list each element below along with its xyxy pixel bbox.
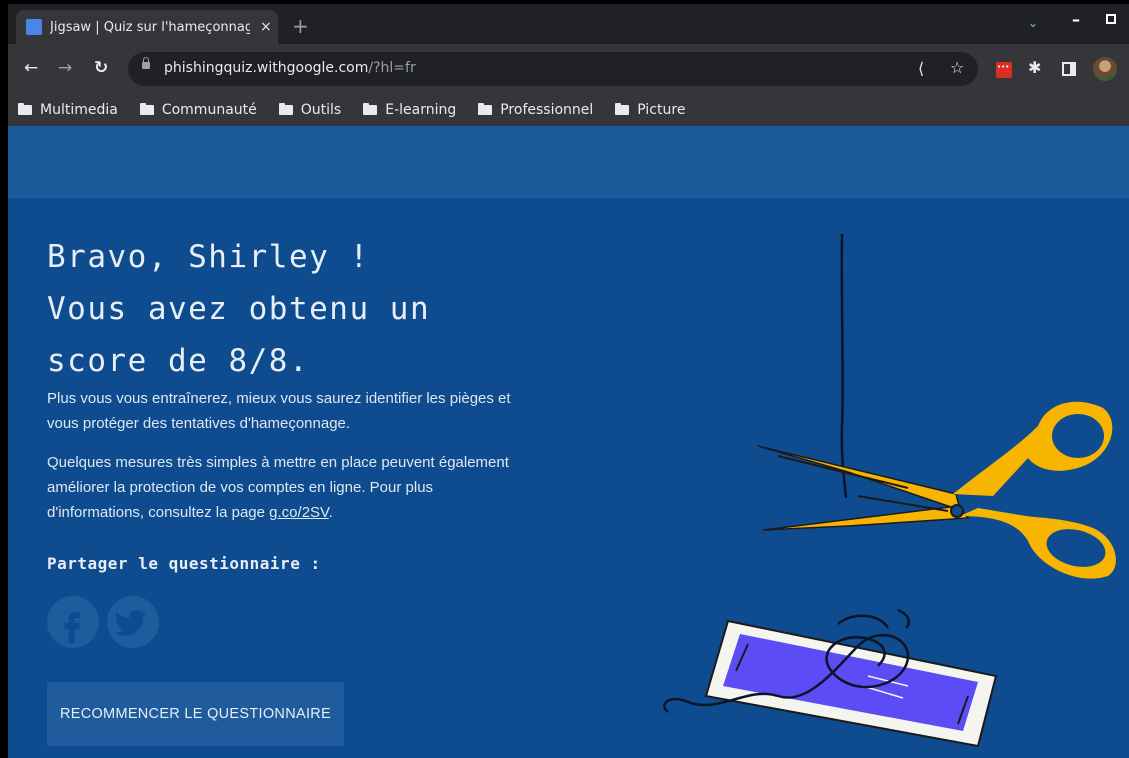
restart-quiz-button[interactable]: RECOMMENCER LE QUESTIONNAIRE <box>47 682 344 746</box>
folder-icon <box>18 103 32 115</box>
new-tab-button[interactable]: + <box>292 14 309 38</box>
2sv-link[interactable]: g.co/2SV <box>269 504 329 521</box>
reload-icon[interactable]: ↻ <box>94 58 108 78</box>
bookmark-professionnel[interactable]: Professionnel <box>478 102 593 118</box>
phone-illustration <box>663 608 998 748</box>
url-text[interactable]: phishingquiz.withgoogle.com/?hl=fr <box>164 60 416 76</box>
avatar[interactable] <box>1093 57 1117 81</box>
share-icon[interactable]: ⟨ <box>918 59 924 78</box>
folder-icon <box>278 103 293 115</box>
star-icon[interactable]: ☆ <box>950 58 964 77</box>
page-title: Bravo, Shirley ! Vous avez obtenu un sco… <box>47 239 431 379</box>
illustration <box>663 233 1116 748</box>
tab-title: Jigsaw | Quiz sur l'hameçonnage <box>50 19 250 35</box>
back-arrow-icon[interactable]: ← <box>24 58 38 78</box>
tab-strip: Jigsaw | Quiz sur l'hameçonnage × + ⌄ – <box>8 4 1129 44</box>
twitter-icon <box>114 610 146 636</box>
bookmark-multimedia[interactable]: Multimedia <box>18 102 118 118</box>
tab-active[interactable]: Jigsaw | Quiz sur l'hameçonnage × <box>16 10 278 44</box>
toolbar: ← → ↻ phishingquiz.withgoogle.com/?hl=fr… <box>8 44 1129 94</box>
address-bar[interactable]: phishingquiz.withgoogle.com/?hl=fr ⟨ ☆ <box>128 52 978 86</box>
folder-icon <box>139 103 154 115</box>
bookmark-e-learning[interactable]: E-learning <box>363 102 456 118</box>
bookmark-picture[interactable]: Picture <box>615 102 685 118</box>
tab-close-button[interactable]: × <box>260 19 272 35</box>
maximize-button[interactable] <box>1106 14 1116 24</box>
info-paragraph: Quelques mesures très simples à mettre e… <box>47 454 509 521</box>
result-paragraph: Plus vous vous entraînerez, mieux vous s… <box>47 390 511 432</box>
bookmark-communaute[interactable]: Communauté <box>139 102 257 118</box>
page-content: Bravo, Shirley ! Vous avez obtenu un sco… <box>8 126 1129 758</box>
lock-icon[interactable] <box>142 57 150 69</box>
browser-window: Jigsaw | Quiz sur l'hameçonnage × + ⌄ – … <box>8 4 1129 758</box>
share-title: Partager le questionnaire : <box>47 554 321 573</box>
side-panel-icon[interactable] <box>1062 62 1076 76</box>
facebook-icon <box>64 612 80 644</box>
puzzle-icon[interactable]: ✱ <box>1028 58 1041 77</box>
tab-search-chevron-icon[interactable]: ⌄ <box>1028 16 1038 30</box>
folder-icon <box>478 103 493 115</box>
minimize-button[interactable]: – <box>1072 10 1080 29</box>
page-header <box>8 126 1129 198</box>
folder-icon <box>363 103 378 115</box>
bookmark-outils[interactable]: Outils <box>278 102 341 118</box>
forward-arrow-icon[interactable]: → <box>58 58 72 78</box>
bookmarks-bar: Multimedia Communauté Outils E-learning … <box>8 94 1129 126</box>
extension-icon[interactable] <box>996 62 1012 78</box>
scissors-illustration <box>757 401 1116 579</box>
favicon-icon <box>26 19 42 35</box>
facebook-share-button[interactable] <box>47 596 99 648</box>
twitter-share-button[interactable] <box>107 596 159 648</box>
folder-icon <box>615 103 630 115</box>
